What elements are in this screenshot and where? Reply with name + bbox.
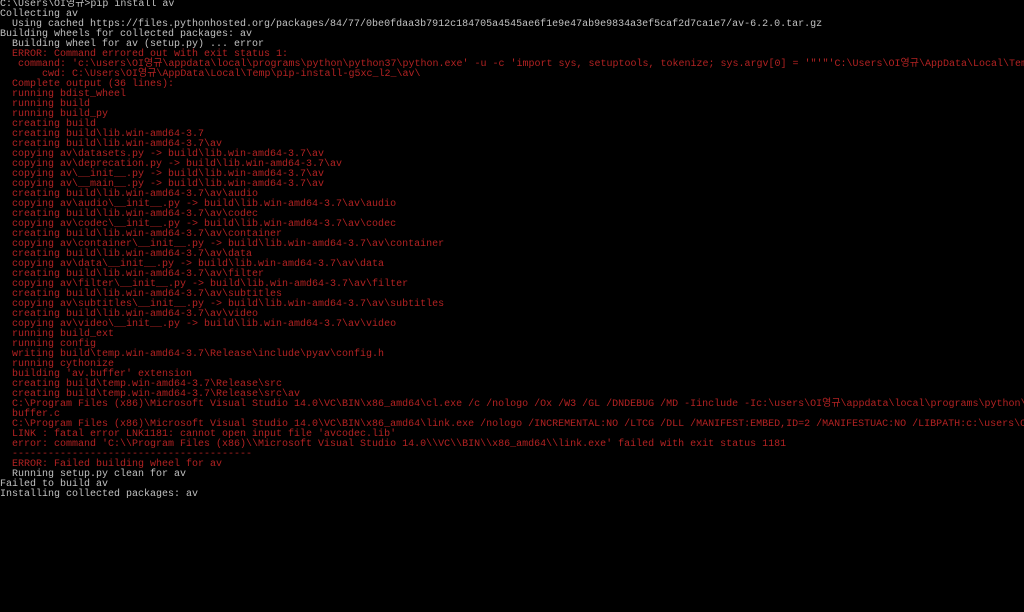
terminal-line: running build_ext: [0, 330, 1024, 340]
terminal-line: C:\Users\OI영규>pip install av: [0, 0, 1024, 10]
terminal-line: running build: [0, 100, 1024, 110]
terminal-line: Installing collected packages: av: [0, 490, 1024, 500]
terminal-line: Running setup.py clean for av: [0, 470, 1024, 480]
terminal-line: writing build\temp.win-amd64-3.7\Release…: [0, 350, 1024, 360]
terminal-line: copying av\video\__init__.py -> build\li…: [0, 320, 1024, 330]
terminal-line: C:\Program Files (x86)\Microsoft Visual …: [0, 400, 1024, 410]
terminal-output[interactable]: C:\Users\OI영규>pip install avCollecting a…: [0, 0, 1024, 612]
terminal-line: Complete output (36 lines):: [0, 80, 1024, 90]
terminal-line: running bdist_wheel: [0, 90, 1024, 100]
terminal-line: running build_py: [0, 110, 1024, 120]
